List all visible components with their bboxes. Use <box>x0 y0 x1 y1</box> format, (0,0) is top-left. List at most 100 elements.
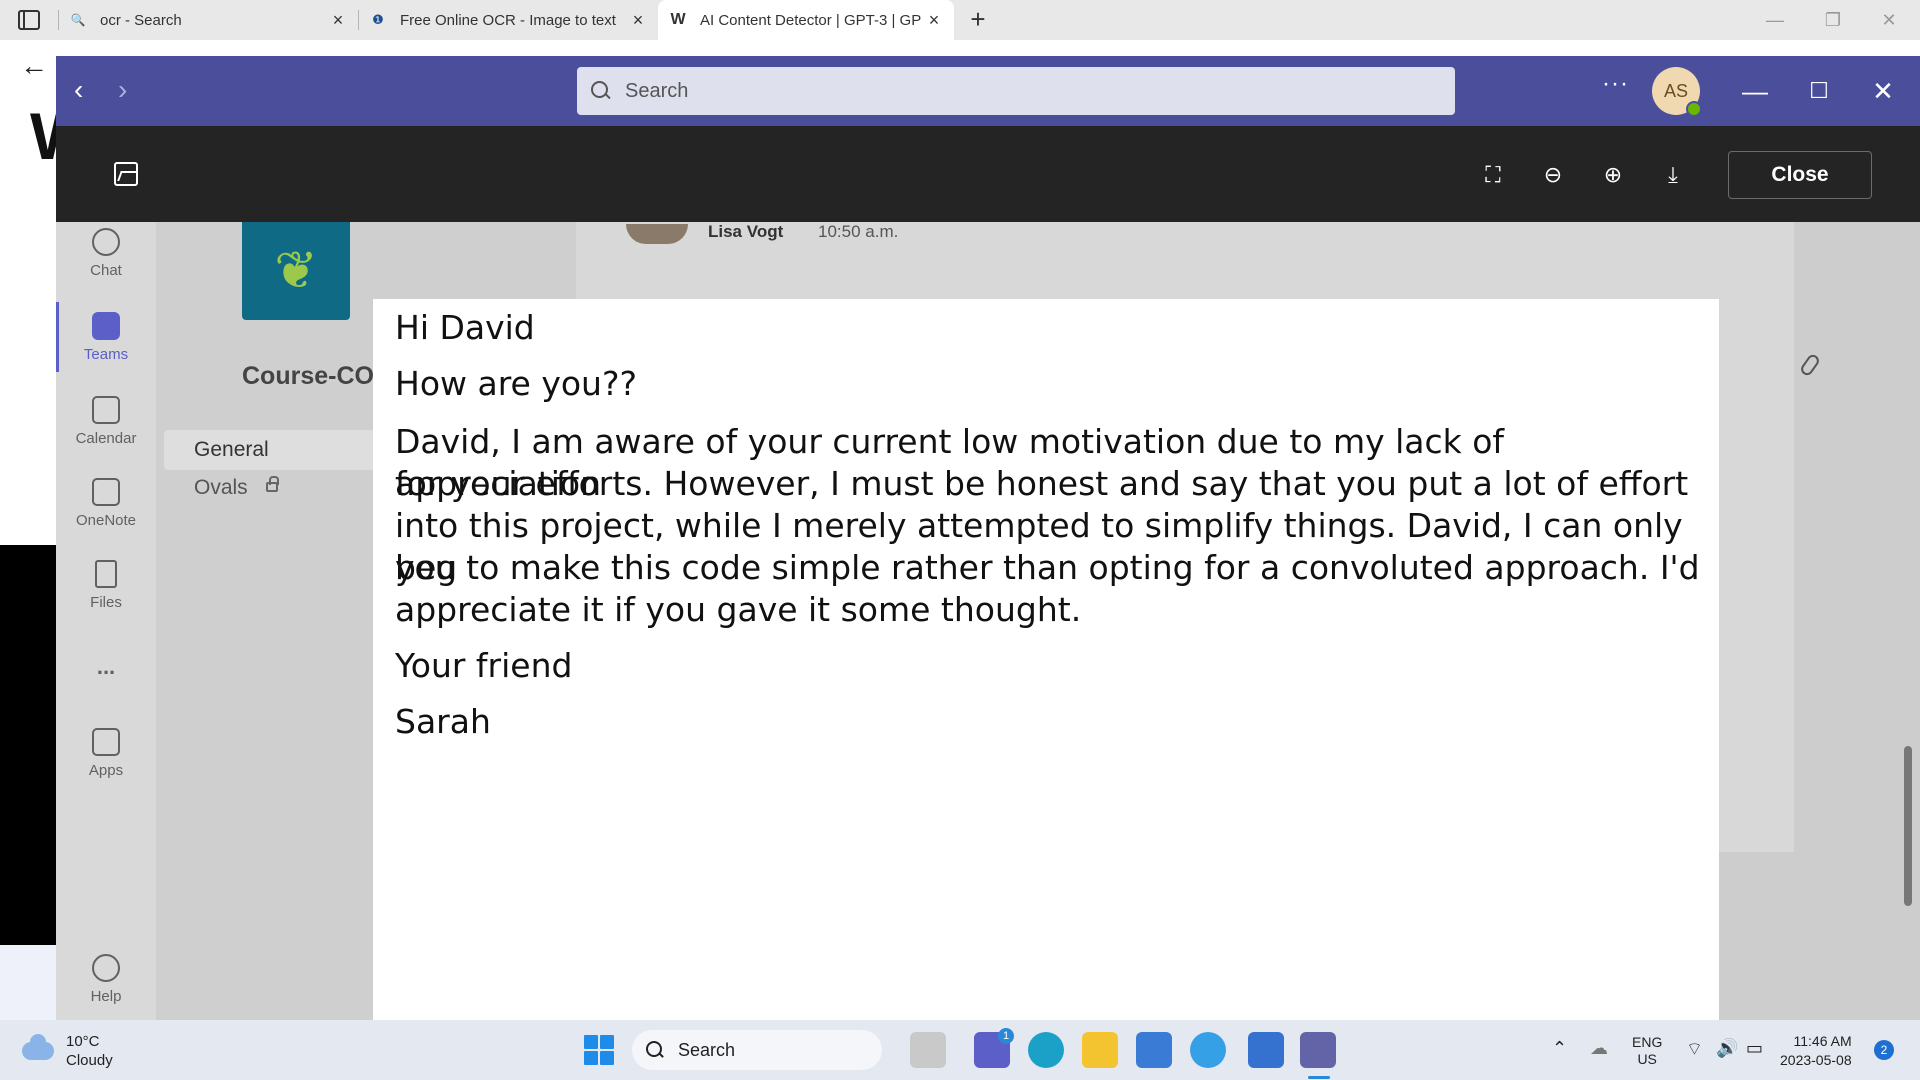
more-options-icon[interactable]: ··· <box>1602 70 1629 98</box>
browser-tab-ocr-search[interactable]: 🔍 ocr - Search × <box>70 0 358 40</box>
search-icon <box>646 1041 664 1059</box>
active-app-indicator <box>1308 1076 1330 1079</box>
tab-separator <box>58 10 59 30</box>
preview-body-line: you to make this code simple rather than… <box>395 548 1700 587</box>
taskbar-search[interactable]: Search <box>632 1030 882 1070</box>
page-background-block <box>0 945 56 1020</box>
search-icon <box>591 81 611 101</box>
search-icon: 🔍 <box>70 13 86 27</box>
close-icon[interactable]: ✕ <box>1866 74 1900 108</box>
channel-item-ovals[interactable]: Ovals <box>194 476 279 500</box>
onedrive-icon[interactable]: ☁ <box>1590 1038 1608 1059</box>
windows-logo-pane <box>600 1051 614 1065</box>
edge-browser-icon[interactable] <box>1028 1032 1064 1068</box>
volume-icon[interactable]: 🔊 <box>1716 1038 1738 1059</box>
browser-tab-free-ocr[interactable]: ❶ Free Online OCR - Image to text × <box>370 0 658 40</box>
rail-label: Chat <box>90 262 122 279</box>
team-logo: ❦ <box>242 222 350 320</box>
chat-badge: 1 <box>998 1028 1014 1044</box>
channel-label: Ovals <box>194 476 248 499</box>
help-icon <box>92 954 120 982</box>
browser-tab-strip: 🔍 ocr - Search × ❶ Free Online OCR - Ima… <box>0 0 1920 40</box>
files-icon <box>95 560 117 588</box>
rail-item-calendar[interactable]: Calendar <box>56 396 156 447</box>
rail-item-onenote[interactable]: OneNote <box>56 478 156 529</box>
rail-item-apps[interactable]: Apps <box>56 728 156 779</box>
weather-widget[interactable]: 10°C Cloudy <box>22 1032 113 1070</box>
rail-label: Calendar <box>75 430 137 447</box>
rail-item-help[interactable]: Help <box>56 954 156 1005</box>
rail-item-files[interactable]: Files <box>56 560 156 611</box>
rail-item-teams[interactable]: Teams <box>56 312 156 363</box>
browser-tab-ai-detector[interactable]: W AI Content Detector | GPT-3 | GP × <box>658 0 954 40</box>
team-name[interactable]: Course-CO <box>242 362 374 391</box>
minimize-icon[interactable]: — <box>1738 74 1772 108</box>
preview-body-line: for your efforts. However, I must be hon… <box>395 464 1689 503</box>
battery-icon[interactable]: ▭ <box>1746 1038 1763 1059</box>
notepad-icon[interactable] <box>1248 1032 1284 1068</box>
avatar[interactable]: AS <box>1652 67 1702 117</box>
close-icon[interactable]: × <box>330 11 346 29</box>
system-clock[interactable]: 11:46 AM 2023-05-08 <box>1780 1032 1852 1070</box>
cloud-icon <box>22 1034 54 1060</box>
wifi-icon[interactable]: ⌔ <box>1686 1038 1703 1061</box>
download-icon[interactable]: ⤓ <box>1660 162 1686 188</box>
tab-title: Free Online OCR - Image to text <box>400 11 616 29</box>
zoom-in-icon[interactable]: ⊕ <box>1600 162 1626 188</box>
fit-to-screen-icon[interactable]: ⛶ <box>1480 162 1506 188</box>
rail-label: Apps <box>88 762 124 779</box>
teams-search-input[interactable] <box>625 79 1425 103</box>
teams-window: ‹ › ··· AS — ☐ ✕ Chat Teams Calendar <box>56 56 1920 1055</box>
tab-actions-icon[interactable] <box>18 10 40 30</box>
chat-icon <box>92 228 120 256</box>
rail-label: OneNote <box>75 512 137 529</box>
image-viewer-toolbar: ⛶ ⊖ ⊕ ⤓ Close <box>56 126 1920 222</box>
forward-nav-icon[interactable]: › <box>118 76 127 104</box>
channel-item-general[interactable]: General <box>164 430 404 470</box>
preview-signature: Sarah <box>395 702 491 741</box>
get-help-icon[interactable] <box>1190 1032 1226 1068</box>
language-indicator[interactable]: ENG US <box>1632 1034 1662 1068</box>
image-icon <box>114 162 138 186</box>
close-button[interactable]: Close <box>1728 151 1872 199</box>
scrollbar[interactable] <box>1904 746 1912 906</box>
back-arrow-icon[interactable]: ← <box>20 50 48 82</box>
app-rail: Chat Teams Calendar OneNote Files ... Ap… <box>56 222 156 1020</box>
windows-taskbar: 10°C Cloudy Search 1 ⌃ ☁ ENG US ⌔ 🔊 ▭ 11… <box>0 1020 1920 1080</box>
attachment-icon[interactable] <box>1798 352 1822 378</box>
preview-greeting: Hi David <box>395 308 535 347</box>
teams-chat-icon[interactable]: 1 <box>974 1028 1014 1068</box>
chevron-up-icon[interactable]: ⌃ <box>1552 1038 1567 1059</box>
file-explorer-icon[interactable] <box>1082 1032 1118 1068</box>
restore-icon[interactable]: ❐ <box>1818 8 1848 32</box>
new-tab-button[interactable]: + <box>964 6 992 34</box>
rail-item-more[interactable]: ... <box>56 654 156 680</box>
clock-date: 2023-05-08 <box>1780 1052 1852 1068</box>
calendar-icon <box>92 396 120 424</box>
close-icon[interactable]: × <box>630 11 646 29</box>
start-button[interactable] <box>584 1035 614 1065</box>
maximize-icon[interactable]: ☐ <box>1802 74 1836 108</box>
microsoft-store-icon[interactable] <box>1136 1032 1172 1068</box>
clock-time: 11:46 AM <box>1793 1033 1852 1049</box>
windows-logo-pane <box>600 1035 614 1049</box>
avatar-initials: AS <box>1663 80 1688 101</box>
rail-item-chat[interactable]: Chat <box>56 228 156 279</box>
page-background-block <box>0 545 56 945</box>
apps-icon <box>92 728 120 756</box>
close-icon[interactable]: × <box>926 11 942 29</box>
minimize-icon[interactable]: — <box>1760 8 1790 32</box>
close-window-icon[interactable]: ✕ <box>1874 8 1904 32</box>
teams-search-box[interactable] <box>577 67 1455 115</box>
writer-favicon-icon: W <box>670 11 686 28</box>
task-view-icon[interactable] <box>910 1032 946 1068</box>
back-nav-icon[interactable]: ‹ <box>74 76 83 104</box>
teams-title-bar: ‹ › ··· AS — ☐ ✕ <box>56 56 1920 126</box>
rail-label: Help <box>90 988 122 1005</box>
more-icon: ... <box>96 654 116 679</box>
zoom-out-icon[interactable]: ⊖ <box>1540 162 1566 188</box>
notification-badge[interactable]: 2 <box>1874 1040 1894 1060</box>
preview-closing: Your friend <box>395 646 573 685</box>
weather-temperature: 10°C <box>66 1033 100 1050</box>
teams-app-icon[interactable] <box>1300 1032 1336 1068</box>
